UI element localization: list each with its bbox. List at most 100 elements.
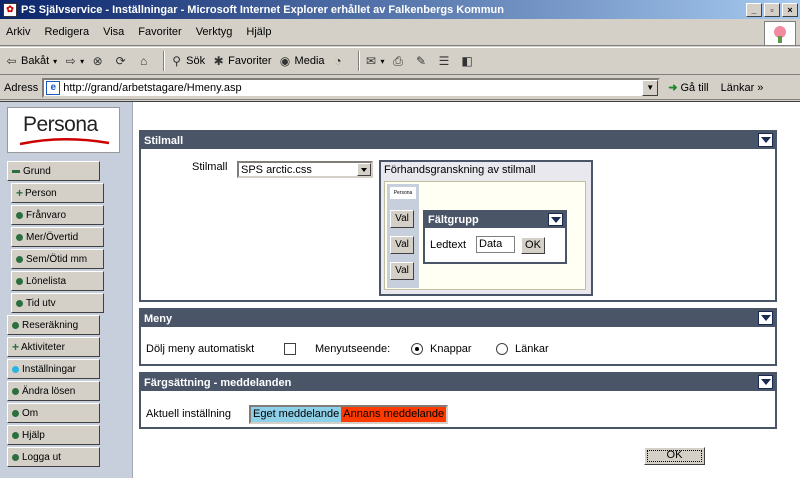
address-bar: Adress e http://grand/arbetstagare/Hmeny… xyxy=(0,76,800,100)
expand-icon: + xyxy=(12,340,20,354)
bullet-icon xyxy=(16,255,23,263)
collapse-chevron-icon[interactable] xyxy=(758,375,773,389)
maximize-button[interactable]: ▫ xyxy=(764,2,780,17)
address-input[interactable]: e http://grand/arbetstagare/Hmeny.asp ▼ xyxy=(42,77,661,98)
links-button[interactable]: Länkar » xyxy=(721,82,764,94)
bullet-icon xyxy=(12,321,19,329)
nav-item-andra-losen[interactable]: Ändra lösen xyxy=(7,381,100,401)
message-color-preview[interactable]: Eget meddelande Annans meddelande xyxy=(249,405,449,424)
favorites-button[interactable]: ✱ Favoriter xyxy=(211,54,272,69)
nav-item-sem-otid[interactable]: Sem/Ötid mm xyxy=(11,249,104,269)
preview-field-input: Data xyxy=(476,236,515,253)
stilmall-select[interactable]: SPS arctic.css xyxy=(237,161,373,178)
menu-arkiv[interactable]: Arkiv xyxy=(6,26,30,38)
stop-button[interactable]: ⊗ xyxy=(90,54,107,69)
preview-title: Förhandsgranskning av stilmall xyxy=(381,162,591,178)
preview-val-button: Val xyxy=(390,236,414,254)
toolbar: ⇦ Bakåt ▾ ⇨ ▾ ⊗ ⟳ ⌂ ⚲ Sök ✱ Favoriter ◉ Media … xyxy=(0,47,800,75)
discuss-icon: ☰ xyxy=(438,53,450,68)
nav-item-grund[interactable]: Grund xyxy=(7,161,100,181)
menu-verktyg[interactable]: Verktyg xyxy=(196,26,233,38)
app-icon: ✿ xyxy=(3,2,17,17)
preview-collapse-icon xyxy=(548,213,563,226)
preview-ok-button: OK xyxy=(521,237,545,254)
mail-button[interactable]: ✉ ▾ xyxy=(364,54,385,69)
menu-redigera[interactable]: Redigera xyxy=(44,26,89,38)
home-icon: ⌂ xyxy=(140,53,148,68)
active-bullet-icon xyxy=(12,365,19,373)
other-message-sample: Annans meddelande xyxy=(341,407,447,422)
search-icon: ⚲ xyxy=(172,53,182,68)
address-dropdown-icon[interactable]: ▼ xyxy=(642,79,659,96)
radio-knappar[interactable] xyxy=(411,343,423,355)
media-button[interactable]: ◉ Media xyxy=(278,54,325,69)
preview-nav: Persona Val Val Val xyxy=(387,184,419,288)
refresh-icon: ⟳ xyxy=(115,53,126,68)
window-titlebar: ✿ PS Självservice - Inställningar - Micr… xyxy=(0,0,800,19)
discuss-button[interactable]: ☰ xyxy=(437,54,454,69)
print-button[interactable]: ⎙ xyxy=(391,54,408,69)
history-icon: ◔ xyxy=(334,53,342,68)
stilmall-header: Stilmall xyxy=(141,132,775,149)
left-navigation: Persona Grund + Person Frånvaro Mer/Övert… xyxy=(0,102,133,478)
minimize-button[interactable]: _ xyxy=(746,2,762,17)
go-arrow-icon: ➜ xyxy=(668,82,678,94)
collapse-icon xyxy=(12,169,20,173)
messenger-button[interactable]: ◧ xyxy=(460,54,477,69)
edit-button[interactable]: ✎ xyxy=(414,54,431,69)
radio-lankar[interactable] xyxy=(496,343,508,355)
hide-menu-checkbox[interactable] xyxy=(284,343,296,355)
nav-item-mer-overtid[interactable]: Mer/Övertid xyxy=(11,227,104,247)
bullet-icon xyxy=(16,299,23,307)
collapse-chevron-icon[interactable] xyxy=(758,133,773,147)
collapse-chevron-icon[interactable] xyxy=(758,311,773,325)
menu-visa[interactable]: Visa xyxy=(103,26,124,38)
menu-appearance-label: Menyutseende: xyxy=(315,343,391,355)
bullet-icon xyxy=(12,409,19,417)
nav-item-tid-utv[interactable]: Tid utv xyxy=(11,293,104,313)
back-button[interactable]: ⇦ Bakåt ▾ xyxy=(4,54,57,69)
page-icon: e xyxy=(46,80,61,95)
meny-header: Meny xyxy=(141,310,775,327)
stop-icon: ⊗ xyxy=(92,53,103,68)
home-button[interactable]: ⌂ xyxy=(136,54,153,69)
go-button[interactable]: ➜ Gå till xyxy=(668,81,708,95)
history-button[interactable]: ◔ xyxy=(331,54,348,69)
menu-favoriter[interactable]: Favoriter xyxy=(138,26,181,38)
toolbar-divider xyxy=(357,51,360,71)
nav-item-lonelista[interactable]: Lönelista xyxy=(11,271,104,291)
mail-icon: ✉ xyxy=(365,53,377,68)
page-content: Persona Grund + Person Frånvaro Mer/Övert… xyxy=(0,101,800,478)
nav-item-reserakning[interactable]: Reseräkning xyxy=(7,315,100,335)
ok-button[interactable]: OK xyxy=(644,447,705,465)
preview-logo: Persona xyxy=(390,187,416,199)
print-icon: ⎙ xyxy=(393,53,403,68)
menu-hjalp[interactable]: Hjälp xyxy=(246,26,271,38)
media-icon: ◉ xyxy=(279,53,291,68)
toolbar-divider xyxy=(163,51,166,71)
preview-canvas: Persona Val Val Val Fältgrupp Ledtext Da… xyxy=(384,181,586,290)
nav-item-om[interactable]: Om xyxy=(7,403,100,423)
expand-icon: + xyxy=(16,186,24,200)
nav-item-franvaro[interactable]: Frånvaro xyxy=(11,205,104,225)
nav-item-installningar[interactable]: Inställningar xyxy=(7,359,100,379)
forward-button[interactable]: ⇨ ▾ xyxy=(63,53,85,69)
stilmall-panel: Stilmall Stilmall SPS arctic.css Förhand… xyxy=(139,130,777,302)
radio-knappar-label: Knappar xyxy=(430,343,472,355)
preview-fieldgroup: Fältgrupp Ledtext Data OK xyxy=(423,210,567,264)
chevron-down-icon[interactable] xyxy=(357,163,371,176)
preview-fieldgroup-title: Fältgrupp xyxy=(428,214,479,226)
nav-item-hjalp[interactable]: Hjälp xyxy=(7,425,100,445)
nav-item-logga-ut[interactable]: Logga ut xyxy=(7,447,100,467)
close-button[interactable]: × xyxy=(782,2,798,17)
refresh-button[interactable]: ⟳ xyxy=(113,54,130,69)
forward-arrow-icon: ⇨ xyxy=(65,53,76,68)
preview-val-button: Val xyxy=(390,262,414,280)
radio-lankar-label: Länkar xyxy=(515,343,549,355)
fargsattning-header: Färgsättning - meddelanden xyxy=(141,374,775,391)
preview-val-button: Val xyxy=(390,210,414,228)
address-url: http://grand/arbetstagare/Hmeny.asp xyxy=(63,81,242,94)
nav-item-aktiviteter[interactable]: + Aktiviteter xyxy=(7,337,100,357)
nav-item-person[interactable]: + Person xyxy=(11,183,104,203)
search-button[interactable]: ⚲ Sök xyxy=(169,54,205,69)
